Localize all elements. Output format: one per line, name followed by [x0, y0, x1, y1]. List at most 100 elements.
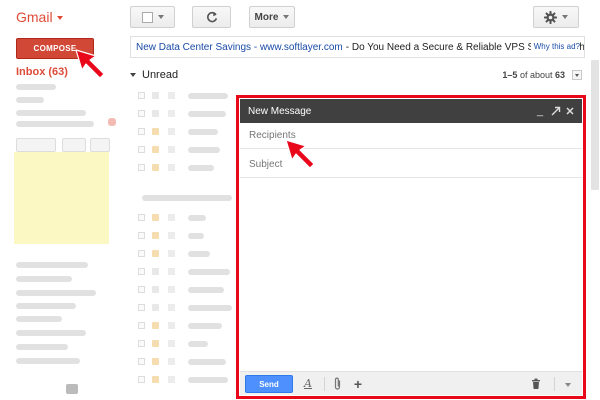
checkbox[interactable] [138, 110, 145, 117]
star-icon[interactable] [152, 146, 159, 153]
checkbox[interactable] [138, 322, 145, 329]
formatting-icon[interactable]: A [302, 376, 314, 392]
checkbox[interactable] [138, 164, 145, 171]
table-row[interactable] [130, 246, 242, 262]
contact-item[interactable] [16, 276, 72, 282]
table-row[interactable] [130, 336, 242, 352]
importance-icon[interactable] [168, 146, 175, 153]
insert-plus-icon[interactable]: + [352, 376, 364, 392]
table-row[interactable] [130, 88, 242, 104]
checkbox[interactable] [138, 286, 145, 293]
importance-icon[interactable] [168, 358, 175, 365]
star-icon[interactable] [152, 92, 159, 99]
importance-icon[interactable] [168, 164, 175, 171]
importance-icon[interactable] [168, 286, 175, 293]
checkbox[interactable] [138, 358, 145, 365]
table-row[interactable] [130, 264, 242, 280]
expand-icon[interactable] [549, 104, 561, 118]
importance-icon[interactable] [168, 340, 175, 347]
star-icon[interactable] [152, 164, 159, 171]
trash-icon[interactable] [531, 376, 541, 392]
importance-icon[interactable] [168, 268, 175, 275]
sidebar-item[interactable] [16, 97, 44, 103]
sidebar-item[interactable] [16, 110, 86, 116]
star-icon[interactable] [152, 110, 159, 117]
checkbox[interactable] [138, 214, 145, 221]
ad-link[interactable]: New Data Center Savings - www.softlayer.… [136, 42, 343, 53]
message-body[interactable] [240, 179, 582, 369]
checkbox[interactable] [138, 92, 145, 99]
star-icon[interactable] [152, 128, 159, 135]
contact-item[interactable] [16, 290, 96, 296]
sidebar-item[interactable] [16, 84, 56, 90]
chevron-down-icon [562, 15, 568, 19]
count-menu-button[interactable] [572, 70, 582, 80]
star-icon[interactable] [152, 358, 159, 365]
table-row[interactable] [130, 282, 242, 298]
contact-item[interactable] [16, 316, 62, 322]
checkbox[interactable] [138, 250, 145, 257]
contact-item[interactable] [16, 262, 88, 268]
checkbox[interactable] [138, 376, 145, 383]
star-icon[interactable] [152, 322, 159, 329]
star-icon[interactable] [152, 232, 159, 239]
compose-header[interactable]: New Message _ [240, 99, 582, 123]
contact-item[interactable] [16, 303, 76, 309]
contact-item[interactable] [16, 344, 68, 350]
table-row[interactable] [130, 160, 242, 176]
table-row[interactable] [130, 300, 242, 316]
scrollbar[interactable] [591, 60, 599, 190]
checkbox[interactable] [138, 304, 145, 311]
refresh-button[interactable] [192, 6, 231, 28]
star-icon[interactable] [152, 376, 159, 383]
sidebar-item[interactable] [16, 121, 94, 127]
importance-icon[interactable] [168, 304, 175, 311]
select-checkbox-button[interactable] [130, 6, 175, 28]
importance-icon[interactable] [168, 232, 175, 239]
table-row[interactable] [130, 124, 242, 140]
table-row[interactable] [130, 106, 242, 122]
close-icon[interactable] [564, 104, 576, 118]
importance-icon[interactable] [168, 128, 175, 135]
importance-icon[interactable] [168, 110, 175, 117]
chat-options-button[interactable] [90, 138, 110, 152]
table-row[interactable] [130, 210, 242, 226]
why-this-ad-link[interactable]: Why this ad? [530, 42, 580, 51]
checkbox[interactable] [138, 268, 145, 275]
table-row[interactable] [130, 372, 242, 388]
table-row[interactable] [130, 354, 242, 370]
checkbox[interactable] [138, 146, 145, 153]
star-icon[interactable] [152, 250, 159, 257]
minimize-icon[interactable]: _ [534, 104, 546, 118]
star-icon[interactable] [152, 268, 159, 275]
chat-icon[interactable] [66, 384, 78, 394]
table-row[interactable] [130, 142, 242, 158]
star-icon[interactable] [152, 214, 159, 221]
table-row[interactable] [130, 228, 242, 244]
contact-item[interactable] [16, 358, 80, 364]
section-header-unread[interactable]: Unread [130, 69, 178, 81]
sidebar-item-inbox[interactable]: Inbox (63) [16, 66, 68, 78]
send-button[interactable]: Send [245, 375, 293, 393]
star-icon[interactable] [152, 286, 159, 293]
contact-item[interactable] [16, 330, 86, 336]
chat-search-field[interactable] [16, 138, 56, 152]
chat-status-button[interactable] [62, 138, 86, 152]
checkbox[interactable] [138, 128, 145, 135]
importance-icon[interactable] [168, 322, 175, 329]
importance-icon[interactable] [168, 214, 175, 221]
star-icon[interactable] [152, 304, 159, 311]
gmail-logo[interactable]: Gmail [16, 9, 63, 25]
more-options-button[interactable] [563, 376, 573, 392]
checkbox[interactable] [138, 232, 145, 239]
importance-icon[interactable] [168, 250, 175, 257]
table-row[interactable] [130, 318, 242, 334]
importance-icon[interactable] [168, 376, 175, 383]
settings-button[interactable] [533, 6, 579, 28]
star-icon[interactable] [152, 340, 159, 347]
checkbox[interactable] [138, 340, 145, 347]
more-button[interactable]: More [249, 6, 295, 28]
section-header[interactable] [130, 190, 242, 206]
importance-icon[interactable] [168, 92, 175, 99]
attach-icon[interactable] [333, 376, 343, 392]
